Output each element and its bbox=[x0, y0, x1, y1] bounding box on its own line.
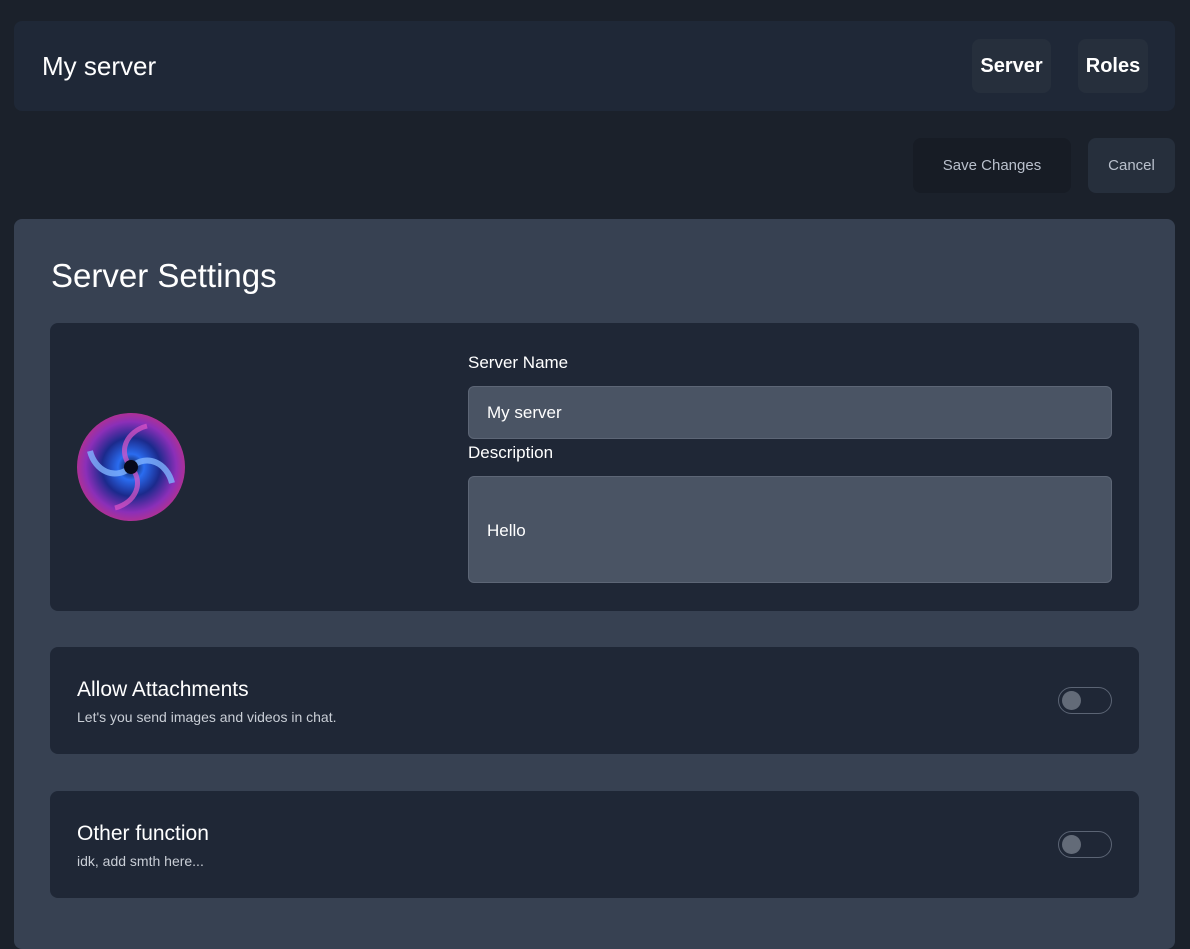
server-name-input[interactable] bbox=[468, 386, 1112, 439]
toggle-knob bbox=[1062, 691, 1081, 710]
cancel-button[interactable]: Cancel bbox=[1088, 138, 1175, 193]
galaxy-avatar-image bbox=[77, 413, 185, 521]
server-profile-card: Server Name Description Hello bbox=[50, 323, 1139, 611]
server-avatar[interactable] bbox=[77, 413, 185, 521]
option-description: idk, add smth here... bbox=[77, 853, 204, 869]
save-changes-button[interactable]: Save Changes bbox=[913, 138, 1071, 193]
server-tab-button[interactable]: Server bbox=[972, 39, 1051, 93]
top-bar: My server Server Roles bbox=[14, 21, 1175, 111]
server-settings-panel: Server Settings Server Name My server De… bbox=[14, 219, 1175, 949]
option-card-allow-attachments: Allow Attachments Let's you send images … bbox=[50, 647, 1139, 754]
option-title: Other function bbox=[77, 822, 209, 845]
option-description: Let's you send images and videos in chat… bbox=[77, 709, 337, 725]
description-textarea[interactable]: Hello bbox=[468, 476, 1112, 583]
toggle-knob bbox=[1062, 835, 1081, 854]
other-function-toggle[interactable] bbox=[1058, 831, 1112, 858]
page-title: Server Settings bbox=[51, 257, 277, 294]
option-card-other-function: Other function idk, add smth here... bbox=[50, 791, 1139, 898]
allow-attachments-toggle[interactable] bbox=[1058, 687, 1112, 714]
roles-tab-button[interactable]: Roles bbox=[1078, 39, 1148, 93]
server-title: My server bbox=[42, 51, 157, 81]
option-title: Allow Attachments bbox=[77, 678, 249, 701]
description-label: Description bbox=[468, 443, 554, 462]
server-name-label: Server Name bbox=[468, 353, 569, 372]
